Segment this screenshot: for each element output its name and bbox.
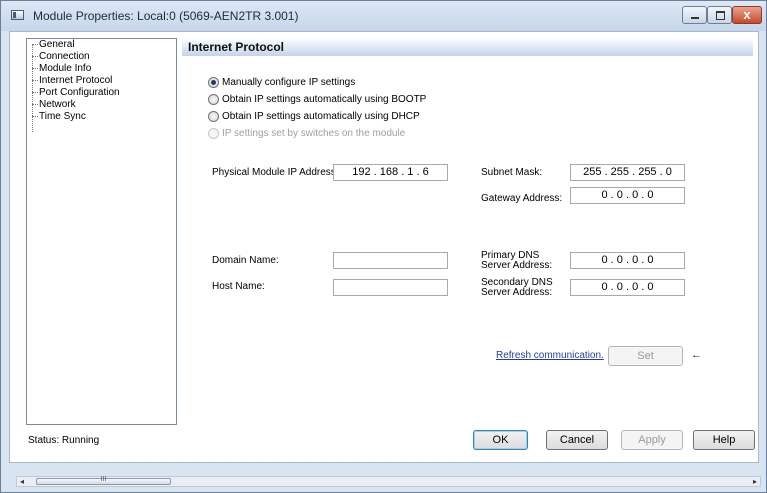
gateway-label: Gateway Address: xyxy=(481,193,563,204)
module-properties-window: Module Properties: Local:0 (5069-AEN2TR … xyxy=(0,0,767,493)
minimize-icon xyxy=(691,17,699,19)
apply-button[interactable]: Apply xyxy=(621,430,683,450)
host-name-input[interactable] xyxy=(333,279,448,296)
maximize-button[interactable] xyxy=(707,6,732,24)
primary-dns-label: Primary DNS Server Address: xyxy=(481,250,553,271)
secondary-dns-field[interactable]: 0 . 0 . 0 . 0 xyxy=(570,279,685,296)
tree-connector xyxy=(32,56,38,57)
tree-item-port-configuration[interactable]: Port Configuration xyxy=(39,87,120,98)
refresh-communication-link[interactable]: Refresh communication. xyxy=(496,350,604,361)
ok-button[interactable]: OK xyxy=(473,430,528,450)
close-icon: x xyxy=(743,7,751,22)
tree-item-connection[interactable]: Connection xyxy=(39,51,90,62)
subnet-mask-field[interactable]: 255 . 255 . 255 . 0 xyxy=(570,164,685,181)
horizontal-scrollbar[interactable]: ◂ III ▸ xyxy=(16,476,761,487)
domain-name-input[interactable] xyxy=(333,252,448,269)
panel-title: Internet Protocol xyxy=(188,40,285,54)
radio-label: Obtain IP settings automatically using D… xyxy=(222,111,420,122)
category-tree[interactable]: General Connection Module Info Internet … xyxy=(26,38,177,425)
cancel-button[interactable]: Cancel xyxy=(546,430,608,450)
secondary-dns-label: Secondary DNS Server Address: xyxy=(481,277,553,298)
title-bar[interactable]: Module Properties: Local:0 (5069-AEN2TR … xyxy=(1,1,766,31)
scrollbar-thumb[interactable]: III xyxy=(36,476,171,485)
radio-label: IP settings set by switches on the modul… xyxy=(222,128,406,139)
tree-connector xyxy=(32,104,38,105)
window-title: Module Properties: Local:0 (5069-AEN2TR … xyxy=(33,9,299,23)
primary-dns-field[interactable]: 0 . 0 . 0 . 0 xyxy=(570,252,685,269)
tree-connector xyxy=(32,80,38,81)
radio-button-disabled xyxy=(208,128,219,139)
tree-item-time-sync[interactable]: Time Sync xyxy=(39,111,86,122)
domain-name-label: Domain Name: xyxy=(212,255,279,266)
scroll-left-icon[interactable]: ◂ xyxy=(20,477,24,486)
tree-item-internet-protocol[interactable]: Internet Protocol xyxy=(39,75,112,86)
set-button[interactable]: Set xyxy=(608,346,683,366)
window-icon xyxy=(11,10,24,20)
tree-item-general[interactable]: General xyxy=(39,39,75,50)
tree-connector xyxy=(32,116,38,117)
tree-item-module-info[interactable]: Module Info xyxy=(39,63,91,74)
ip-address-field[interactable]: 192 . 168 . 1 . 6 xyxy=(333,164,448,181)
radio-label: Obtain IP settings automatically using B… xyxy=(222,94,427,105)
close-button[interactable]: x xyxy=(732,6,762,24)
subnet-mask-label: Subnet Mask: xyxy=(481,167,543,178)
scroll-right-icon[interactable]: ▸ xyxy=(753,477,757,486)
gateway-field[interactable]: 0 . 0 . 0 . 0 xyxy=(570,187,685,204)
maximize-icon xyxy=(716,11,725,20)
status-text: Status: Running xyxy=(28,435,100,446)
host-name-label: Host Name: xyxy=(212,281,265,292)
radio-label: Manually configure IP settings xyxy=(222,77,356,88)
ip-address-label: Physical Module IP Address: xyxy=(212,167,339,178)
arrow-left-icon: ← xyxy=(691,349,702,361)
radio-button-selected[interactable] xyxy=(208,77,219,88)
minimize-button[interactable] xyxy=(682,6,707,24)
tree-connector xyxy=(32,44,38,45)
tree-item-network[interactable]: Network xyxy=(39,99,76,110)
grip-icon: III xyxy=(100,476,107,483)
radio-button[interactable] xyxy=(208,111,219,122)
tree-connector xyxy=(32,92,38,93)
tree-connector xyxy=(32,68,38,69)
tree-connector xyxy=(32,44,34,132)
radio-button[interactable] xyxy=(208,94,219,105)
panel-header: Internet Protocol xyxy=(182,38,753,56)
help-button[interactable]: Help xyxy=(693,430,755,450)
